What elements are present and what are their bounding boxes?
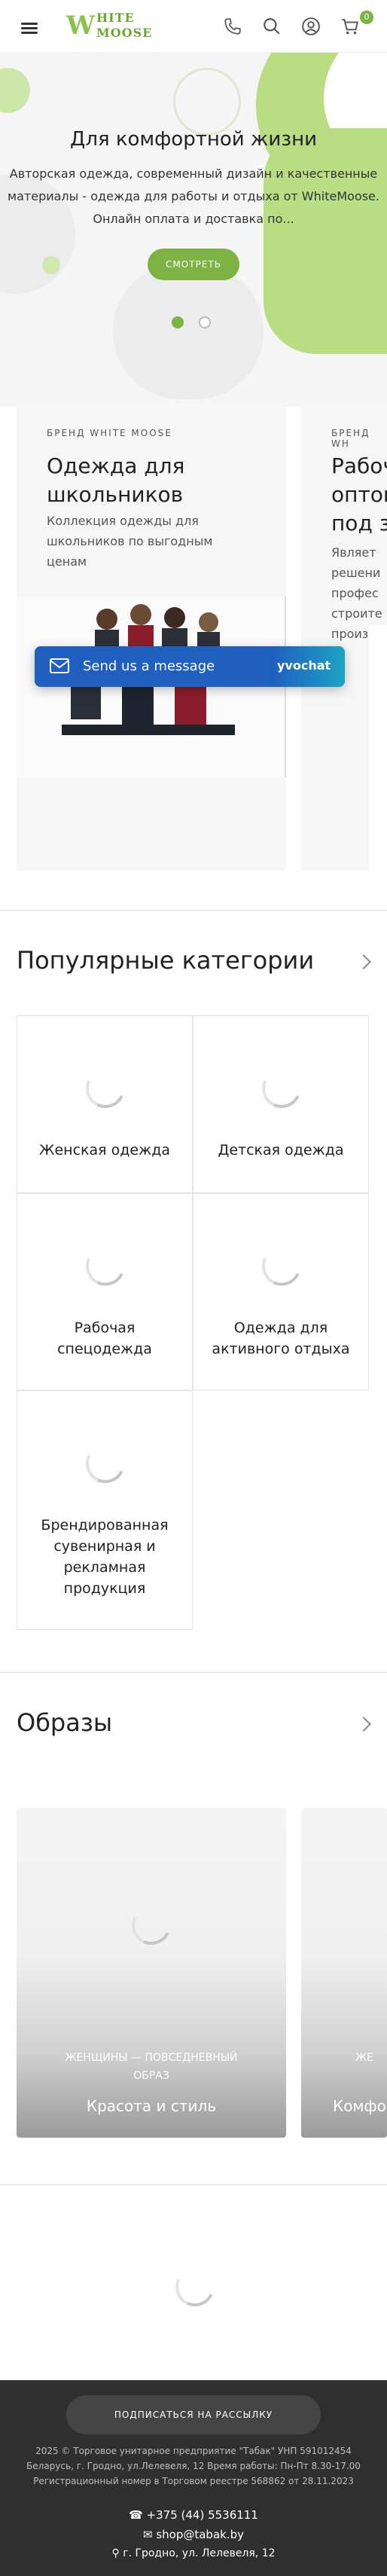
slider-dot-active[interactable] (172, 316, 184, 328)
phone-icon: ☎ (129, 2508, 147, 2522)
loading-spinner-icon (126, 1900, 177, 1951)
mail-icon: ✉ (142, 2528, 157, 2541)
promo-title: Одежда для школьников (47, 453, 185, 507)
school-students-image (17, 597, 286, 777)
category-card[interactable]: Брендированная сувенирная и рекламная пр… (17, 1390, 193, 1630)
chat-brand: yvochat (277, 658, 331, 673)
category-card[interactable]: Рабочая спецодежда (17, 1193, 193, 1390)
decor-circle (42, 256, 60, 274)
promo-brand: БРЕНД WHITE MOOSE (47, 428, 172, 438)
category-card[interactable]: Детская одежда (193, 1015, 369, 1193)
category-label: Детская одежда (218, 1142, 344, 1158)
category-label: Женская одежда (39, 1142, 170, 1158)
section-divider (0, 1672, 387, 1673)
decor-circle (173, 68, 241, 136)
chat-label: Send us a message (83, 658, 215, 674)
envelope-icon (50, 658, 69, 673)
footer-email[interactable]: ✉ shop@tabak.by (0, 2528, 387, 2541)
hero-slider: Для комфортной жизни Авторская одежда, с… (0, 53, 387, 407)
looks-arrow-icon[interactable] (356, 1717, 371, 1732)
promo-text: Коллекция одежды для школьников по выгод… (47, 514, 213, 569)
category-label: Рабочая спецодежда (57, 1320, 152, 1357)
logo-text-1: HITE (96, 11, 135, 25)
category-label: Одежда для активного отдыха (212, 1320, 350, 1357)
loading-spinner-icon (80, 1063, 131, 1114)
promo-image (369, 625, 387, 871)
look-card[interactable]: ЖЕНЩИНЫ — ПОВСЕДНЕВНЫЙ ОБРАЗ Красота и с… (17, 1808, 286, 2138)
hero-button[interactable]: СМОТРЕТЬ (148, 249, 239, 280)
slider-dot[interactable] (199, 316, 211, 328)
decor-shape (113, 264, 264, 399)
location-icon: ⚲ (111, 2547, 123, 2559)
phone-text: +375 (44) 5536111 (146, 2508, 258, 2522)
footer: ПОДПИСАТЬСЯ НА РАССЫЛКУ 2025 © Торговое … (0, 2380, 387, 2576)
loading-spinner-icon (169, 2261, 221, 2312)
email-text: shop@tabak.by (156, 2528, 244, 2541)
hero-title: Для комфортной жизни (70, 128, 317, 151)
decor-shape (264, 128, 387, 354)
footer-copyright: 2025 © Торговое унитарное предприятие "Т… (26, 2446, 361, 2486)
logo-text-2: MOOSE (96, 26, 153, 40)
section-divider (0, 910, 387, 911)
subscribe-label: ПОДПИСАТЬСЯ НА РАССЫЛКУ (114, 2410, 273, 2420)
looks-title: Образы (17, 1708, 113, 1737)
section-divider (0, 2184, 387, 2185)
menu-icon[interactable] (21, 27, 38, 29)
promo-brand: БРЕНД WH (331, 428, 370, 449)
hero-text: Авторская одежда, современный дизайн и к… (8, 166, 379, 226)
look-tags: ЖЕНЩИНЫ — ПОВСЕДНЕВНЫЙ ОБРАЗ (65, 2052, 238, 2082)
cart-count-badge: 0 (360, 11, 373, 24)
cart-icon[interactable] (340, 17, 360, 36)
site-header: W HITE MOOSE 0 (0, 0, 387, 53)
loading-spinner-icon (256, 1063, 307, 1114)
categories-arrow-icon[interactable] (356, 954, 371, 969)
promo-card[interactable]: БРЕНД WHITE MOOSE Одежда для школьников … (17, 399, 286, 871)
look-card[interactable]: ЖЕ Комфо (301, 1808, 387, 2138)
category-card[interactable]: Женская одежда (17, 1015, 193, 1193)
decor-circle (0, 68, 30, 113)
chat-widget[interactable]: Send us a message yvochat (35, 646, 345, 687)
category-label: Брендированная сувенирная и рекламная пр… (41, 1517, 169, 1597)
loading-spinner-icon (80, 1241, 131, 1292)
promo-title: Рабочоптомпод за (331, 453, 387, 536)
subscribe-button[interactable]: ПОДПИСАТЬСЯ НА РАССЫЛКУ (66, 2395, 321, 2434)
promo-card[interactable]: БРЕНД WH Рабочоптомпод за Являетрешенипр… (301, 399, 387, 871)
look-tags: ЖЕ (355, 2052, 373, 2064)
footer-phone[interactable]: ☎ +375 (44) 5536111 (0, 2508, 387, 2522)
look-title: Красота и стиль (86, 2097, 217, 2115)
loading-spinner-icon (256, 1241, 307, 1292)
categories-title: Популярные категории (17, 946, 315, 975)
address-text: г. Гродно, ул. Лелевеля, 12 (123, 2547, 276, 2559)
logo-mark: W (66, 11, 96, 41)
look-title: Комфо (333, 2097, 386, 2115)
logo[interactable]: W HITE MOOSE (66, 6, 164, 45)
user-icon[interactable] (301, 17, 321, 36)
phone-icon[interactable] (223, 17, 242, 36)
loading-spinner-icon (80, 1438, 131, 1489)
search-icon[interactable] (262, 17, 282, 36)
footer-address: ⚲ г. Гродно, ул. Лелевеля, 12 (0, 2547, 387, 2559)
category-card[interactable]: Одежда для активного отдыха (193, 1193, 369, 1390)
